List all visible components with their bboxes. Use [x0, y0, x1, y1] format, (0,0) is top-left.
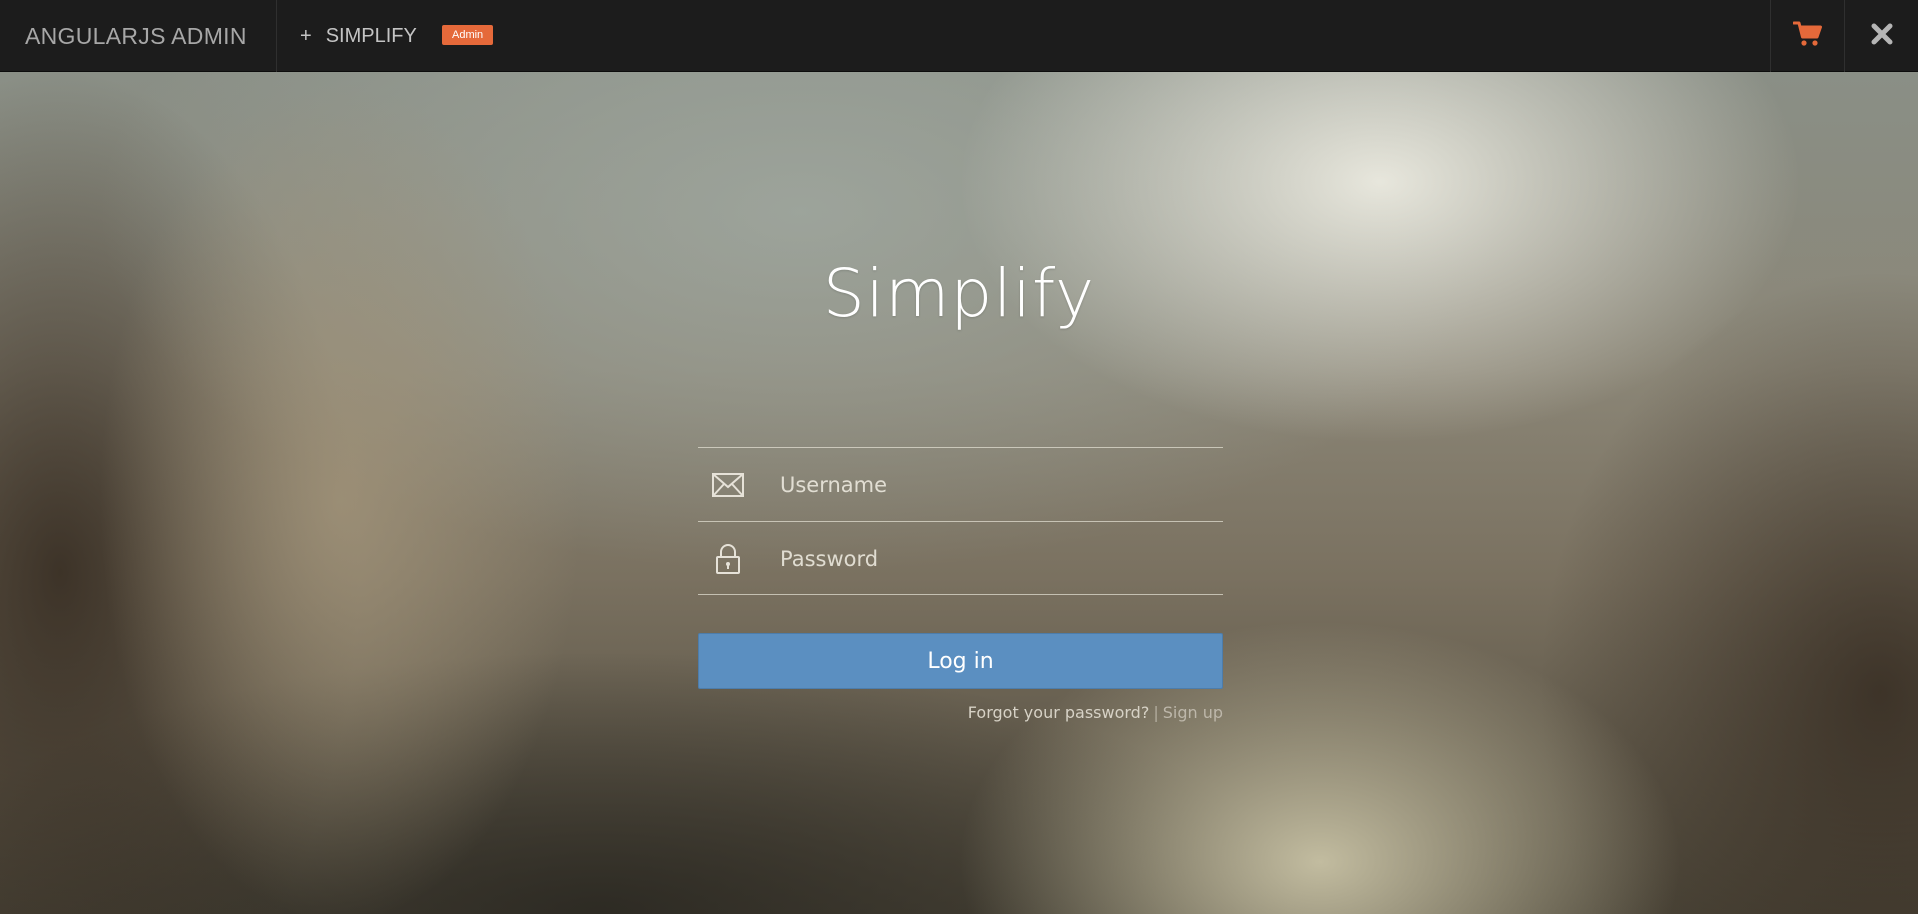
close-button[interactable] [1844, 0, 1918, 72]
username-field [698, 447, 1223, 522]
shopping-cart-icon [1792, 21, 1823, 52]
lock-icon [711, 542, 745, 576]
plus-icon: + [300, 24, 312, 47]
brand-logo[interactable]: ANGULARJS ADMIN [0, 0, 277, 72]
auth-links: Forgot your password? | Sign up [698, 703, 1223, 722]
sign-up-link[interactable]: Sign up [1163, 703, 1223, 722]
nav-simplify-link[interactable]: + SIMPLIFY [300, 0, 417, 72]
brand-text: ANGULARJS ADMIN [25, 22, 247, 49]
login-button[interactable]: Log in [698, 633, 1223, 689]
nav-simplify-label: SIMPLIFY [325, 24, 417, 47]
close-icon [1871, 23, 1893, 50]
top-navbar: ANGULARJS ADMIN + SIMPLIFY Admin [0, 0, 1918, 72]
forgot-password-link[interactable]: Forgot your password? [968, 703, 1150, 722]
password-input[interactable] [778, 522, 1212, 596]
admin-badge: Admin [442, 25, 494, 45]
username-input[interactable] [778, 448, 1212, 522]
envelope-icon [711, 468, 745, 502]
login-title: Simplify [822, 255, 1096, 332]
cart-button[interactable] [1770, 0, 1844, 72]
password-field [698, 521, 1223, 596]
links-separator: | [1153, 703, 1159, 722]
